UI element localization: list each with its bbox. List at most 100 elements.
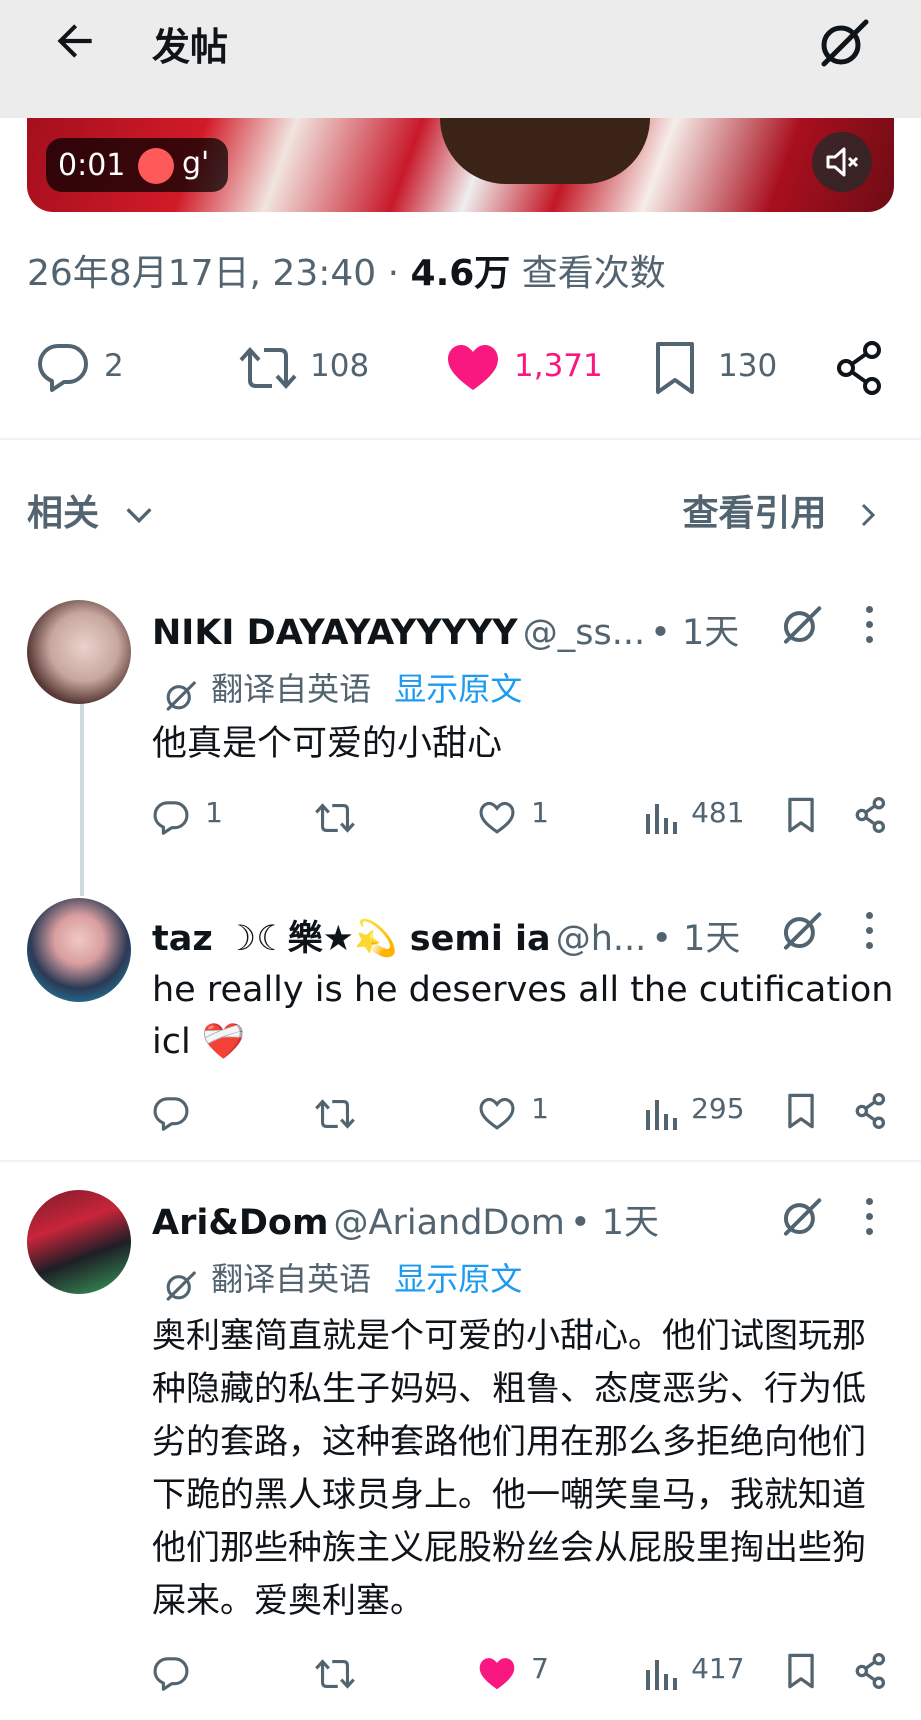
grok-icon — [783, 912, 822, 950]
like-action[interactable]: 1,371 — [446, 340, 603, 396]
like-count: 7 — [531, 1652, 549, 1685]
view-quotes-label: 查看引用 — [682, 493, 827, 534]
reply-text: 他真是个可爱的小甜心 — [152, 724, 503, 764]
author-name[interactable]: taz ☽☾樂★💫 semi ia — [152, 919, 551, 959]
translation-note: 翻译自英语 显示原文 — [162, 664, 522, 714]
related-dropdown[interactable]: 相关 — [27, 484, 156, 536]
repost-action[interactable] — [314, 1092, 356, 1132]
share-icon — [855, 1093, 886, 1129]
author-handle[interactable]: @_ss... — [523, 613, 645, 653]
reply-count: 2 — [104, 348, 124, 384]
reply-icon — [153, 1656, 189, 1691]
record-dot-icon — [138, 148, 174, 184]
like-action[interactable]: 1 — [478, 796, 549, 836]
view-count: 295 — [691, 1092, 745, 1125]
reply-action[interactable]: 1 — [152, 796, 223, 836]
views-action[interactable]: 295 — [644, 1092, 745, 1132]
views-action[interactable]: 417 — [644, 1652, 745, 1692]
reply-text: he really is he deserves all the cutific… — [152, 970, 894, 1062]
author-handle[interactable]: @h... — [556, 919, 647, 959]
heart-filled-icon — [479, 1657, 515, 1689]
bookmark-icon — [656, 342, 694, 394]
reply-action[interactable] — [152, 1652, 190, 1692]
repost-action[interactable] — [314, 796, 356, 836]
analytics-icon — [646, 1659, 677, 1690]
post-meta: 26年8月17日, 23:40 · 4.6万 查看次数 — [27, 244, 666, 296]
author-handle[interactable]: @AriandDom — [334, 1203, 565, 1243]
views-action[interactable]: 481 — [644, 796, 745, 836]
view-quotes-link[interactable]: 查看引用 — [682, 484, 883, 536]
grok-button[interactable] — [814, 14, 872, 72]
author-name[interactable]: NIKI DAYAYAYYYYY — [152, 613, 518, 653]
reply-header: Ari&Dom @AriandDom • 1天 — [152, 1194, 659, 1245]
back-button[interactable] — [50, 16, 100, 66]
reply-header: taz ☽☾樂★💫 semi ia @h... • 1天 — [152, 910, 740, 961]
reply-action[interactable] — [152, 1092, 190, 1132]
like-action[interactable]: 7 — [478, 1652, 549, 1692]
reply-icon — [38, 344, 88, 392]
heart-icon — [479, 1097, 515, 1130]
translated-label: 翻译自英语 — [211, 670, 372, 708]
bookmark-action[interactable] — [786, 796, 816, 838]
reply-count: 1 — [205, 796, 223, 829]
repost-icon — [315, 1658, 355, 1689]
post-time: • 1天 — [651, 919, 741, 959]
grok-icon — [783, 1198, 822, 1236]
repost-action[interactable] — [314, 1652, 356, 1692]
page-title: 发帖 — [152, 25, 229, 69]
bookmark-icon — [788, 797, 814, 833]
view-count: 4.6万 — [410, 253, 511, 294]
translated-label: 翻译自英语 — [211, 1260, 372, 1298]
grok-icon — [783, 606, 822, 644]
share-action[interactable] — [854, 796, 888, 838]
more-options-icon[interactable] — [866, 912, 874, 952]
bookmark-icon — [788, 1093, 814, 1129]
more-options-icon[interactable] — [866, 1198, 874, 1238]
like-action[interactable]: 1 — [478, 1092, 549, 1132]
post-time: • 1天 — [570, 1203, 660, 1243]
bookmark-action[interactable]: 130 — [652, 340, 792, 396]
more-options-icon[interactable] — [866, 606, 874, 646]
post-time: • 1天 — [650, 613, 740, 653]
show-original-link[interactable]: 显示原文 — [394, 670, 522, 708]
repost-count: 108 — [310, 348, 370, 384]
related-label: 相关 — [27, 493, 100, 534]
like-count: 1,371 — [514, 348, 603, 384]
grok-icon — [821, 19, 869, 67]
reply-icon — [153, 800, 189, 835]
like-count: 1 — [531, 796, 549, 829]
reply-action[interactable]: 2 — [36, 340, 176, 396]
heart-filled-icon — [448, 345, 498, 390]
share-action[interactable] — [854, 1092, 888, 1134]
chevron-right-icon — [861, 503, 876, 527]
heart-icon — [479, 801, 515, 834]
video-frame-detail — [440, 118, 650, 184]
grok-button[interactable] — [778, 602, 824, 648]
grok-button[interactable] — [778, 908, 824, 954]
show-original-link[interactable]: 显示原文 — [394, 1260, 522, 1298]
avatar[interactable] — [27, 1190, 131, 1294]
bookmark-action[interactable] — [786, 1092, 816, 1134]
post-timestamp: 26年8月17日, 23:40 — [27, 253, 377, 294]
share-action[interactable] — [834, 340, 886, 396]
repost-action[interactable]: 108 — [238, 340, 378, 396]
analytics-icon — [646, 1099, 677, 1130]
share-icon — [855, 797, 886, 833]
grok-button[interactable] — [778, 1194, 824, 1240]
video-time-pill: 0:01 g' — [46, 138, 228, 192]
avatar[interactable] — [27, 600, 131, 704]
view-count: 417 — [691, 1652, 745, 1685]
divider — [0, 438, 921, 440]
view-count: 481 — [691, 796, 745, 829]
video-overlay-text: g' — [182, 146, 210, 181]
repost-icon — [315, 802, 355, 833]
arrow-left-icon — [57, 24, 92, 58]
repost-icon — [239, 347, 297, 389]
bookmark-action[interactable] — [786, 1652, 816, 1694]
share-action[interactable] — [854, 1652, 888, 1694]
author-name[interactable]: Ari&Dom — [152, 1203, 328, 1243]
chevron-down-icon — [126, 508, 152, 524]
mute-button[interactable] — [812, 132, 872, 192]
avatar[interactable] — [27, 898, 131, 1002]
reply-text: 奥利塞简直就是个可爱的小甜心。他们试图玩那种隐藏的私生子妈妈、粗鲁、态度恶劣、行… — [152, 1316, 866, 1621]
